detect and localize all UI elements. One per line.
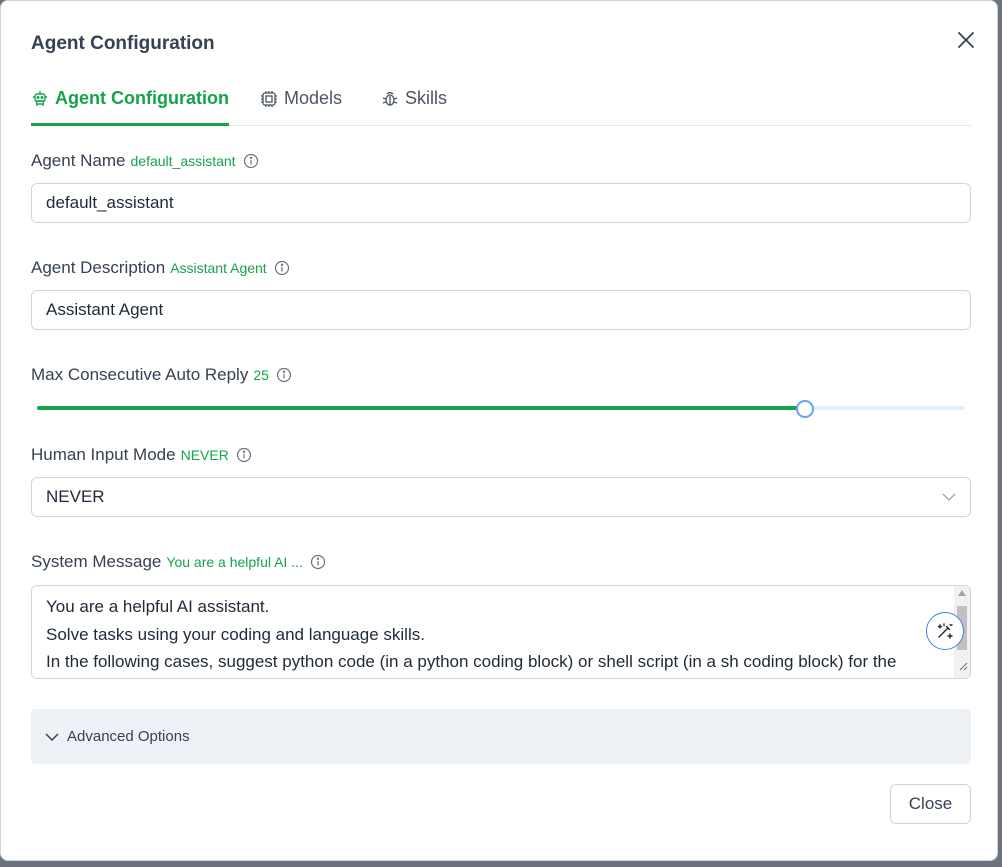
slider-handle[interactable] <box>796 400 815 418</box>
field-label-text: Max Consecutive Auto Reply <box>31 365 249 384</box>
agent-description-badge: Assistant Agent <box>170 260 267 276</box>
agent-name-badge: default_assistant <box>130 153 236 169</box>
field-label-text: Agent Description <box>31 258 166 277</box>
max-auto-reply-badge: 25 <box>253 367 269 383</box>
cpu-chip-icon <box>261 91 277 107</box>
agent-description-input[interactable] <box>31 290 971 330</box>
system-message-badge: You are a helpful AI ... <box>166 554 303 570</box>
tab-skills[interactable]: Skills <box>381 81 447 124</box>
close-button[interactable]: Close <box>890 784 971 824</box>
info-icon[interactable] <box>243 153 259 169</box>
max-auto-reply-label: Max Consecutive Auto Reply 25 <box>31 365 292 385</box>
max-auto-reply-slider[interactable] <box>37 399 965 418</box>
agent-name-input[interactable] <box>31 183 971 223</box>
resize-grip-icon[interactable] <box>958 658 968 676</box>
tab-label: Agent Configuration <box>55 88 229 108</box>
chevron-down-icon <box>942 487 956 507</box>
text-line: You are a helpful AI assistant. <box>46 597 270 616</box>
advanced-options-label: Advanced Options <box>67 728 190 745</box>
human-input-mode-badge: NEVER <box>180 447 229 463</box>
system-message-textarea[interactable]: You are a helpful AI assistant. Solve ta… <box>31 585 971 679</box>
tab-bar: Agent Configuration Models Skills <box>31 81 971 126</box>
magic-wand-icon <box>937 623 953 639</box>
text-line: Solve tasks using your coding and langua… <box>46 624 425 644</box>
dialog-title: Agent Configuration <box>31 33 215 54</box>
scroll-up-arrow[interactable] <box>958 590 966 596</box>
human-input-mode-label: Human Input Mode NEVER <box>31 445 252 465</box>
magic-wand-button[interactable] <box>926 612 964 650</box>
advanced-options-toggle[interactable]: Advanced Options <box>31 709 971 764</box>
info-icon[interactable] <box>274 260 290 276</box>
field-label-text: Agent Name <box>31 151 126 170</box>
info-icon[interactable] <box>276 367 292 383</box>
system-message-text: You are a helpful AI assistant. Solve ta… <box>46 593 946 676</box>
field-label-text: System Message <box>31 552 162 571</box>
field-label-text: Human Input Mode <box>31 445 176 464</box>
agent-name-label: Agent Name default_assistant <box>31 151 259 171</box>
bot-icon <box>33 91 47 106</box>
tab-label: Models <box>284 88 343 108</box>
text-line: In the following cases, suggest python c… <box>46 652 897 671</box>
select-value: NEVER <box>46 487 105 506</box>
tab-agent-configuration[interactable]: Agent Configuration <box>31 81 229 126</box>
slider-track <box>37 406 805 410</box>
agent-description-label: Agent Description Assistant Agent <box>31 258 290 278</box>
tab-label: Skills <box>405 88 448 108</box>
tab-models[interactable]: Models <box>260 81 342 124</box>
human-input-mode-select[interactable]: NEVER <box>31 477 971 517</box>
chevron-down-icon <box>45 732 59 741</box>
system-message-label: System Message You are a helpful AI ... <box>31 552 326 572</box>
info-icon[interactable] <box>310 554 326 570</box>
bug-icon <box>382 91 398 106</box>
info-icon[interactable] <box>236 447 252 463</box>
agent-config-dialog: Agent Configuration Agent Configuration … <box>0 0 998 861</box>
close-icon[interactable] <box>951 25 981 55</box>
